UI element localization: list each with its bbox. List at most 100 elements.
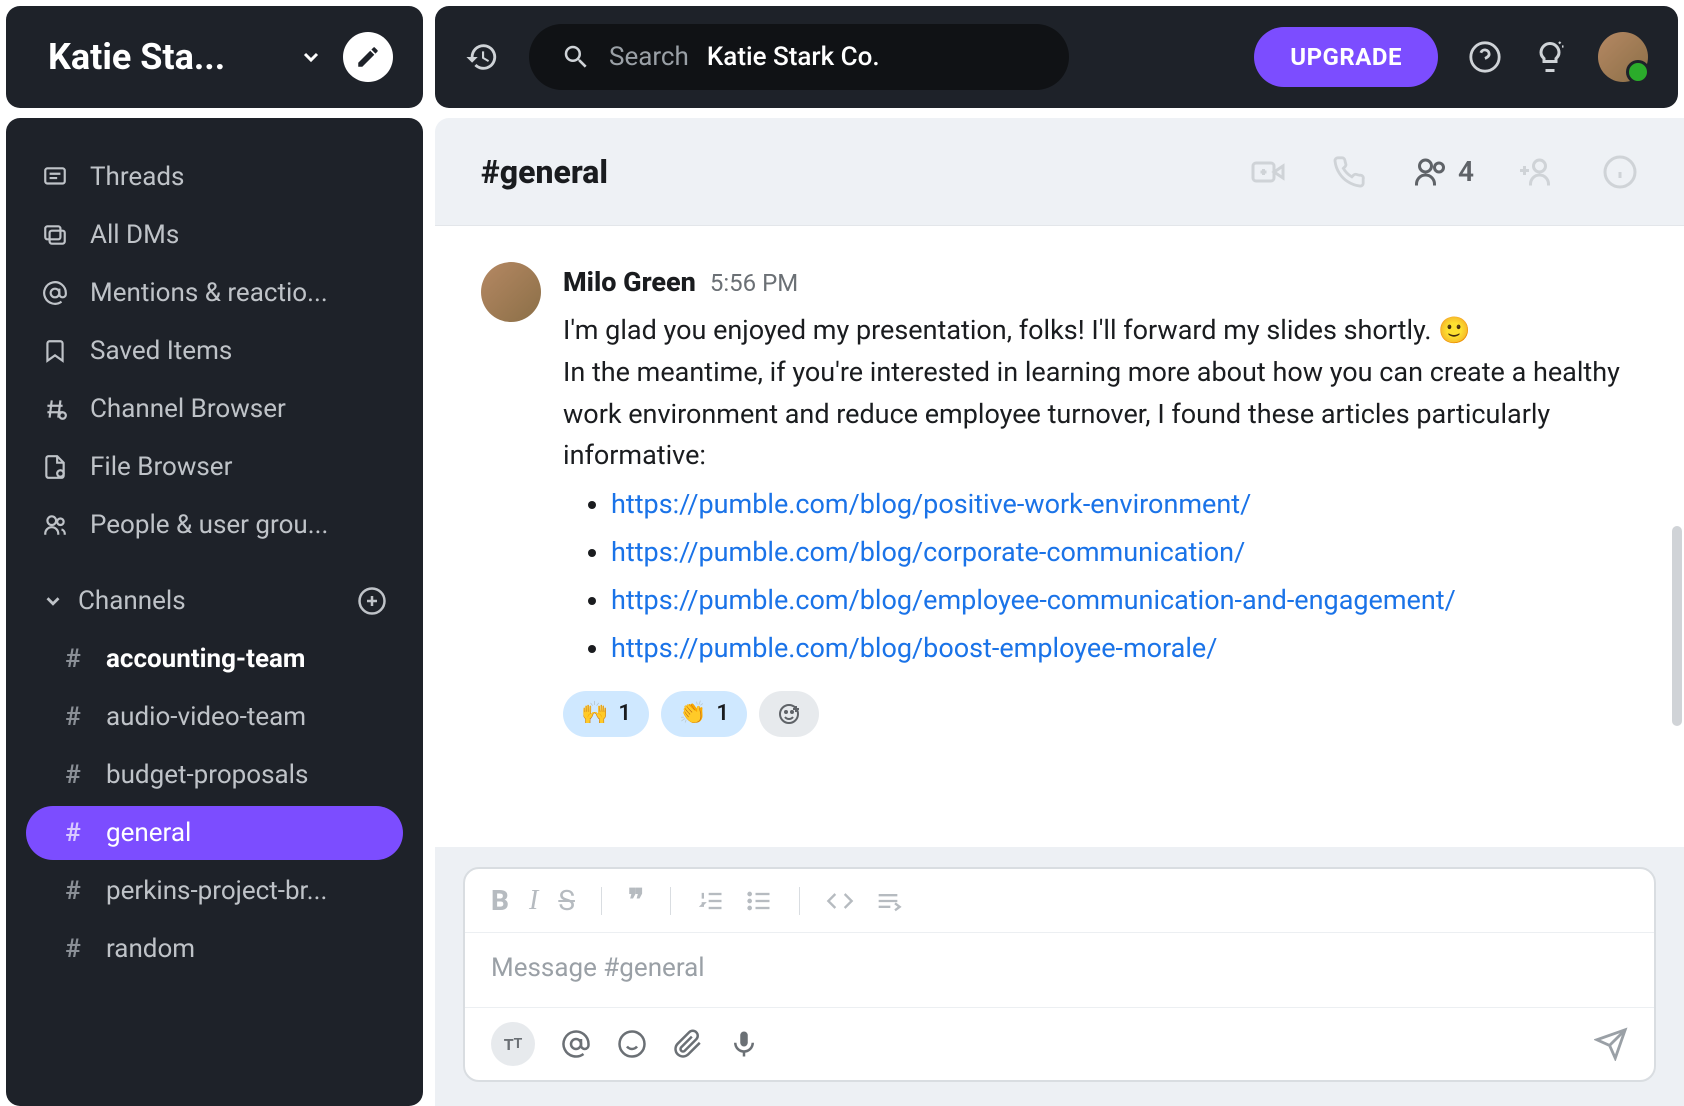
scrollbar[interactable] <box>1672 526 1682 726</box>
main-panel: #general 4 Milo Gr <box>435 118 1684 1106</box>
reactions: 🙌 1 👏 1 <box>563 691 1638 737</box>
attach-icon[interactable] <box>673 1029 703 1059</box>
reaction-count: 1 <box>618 697 631 731</box>
italic-icon[interactable]: I <box>529 885 538 917</box>
help-icon[interactable] <box>1468 40 1502 74</box>
reaction-emoji: 🙌 <box>581 697 608 731</box>
channel-item[interactable]: # general <box>26 806 403 860</box>
message-link[interactable]: https://pumble.com/blog/positive-work-en… <box>611 488 1251 520</box>
smile-emoji: 🙂 <box>1438 316 1470 346</box>
sidebar: Threads All DMs Mentions & reactio... Sa… <box>6 118 423 1106</box>
message-input[interactable]: Message #general <box>465 933 1654 1007</box>
message-list: Milo Green 5:56 PM I'm glad you enjoyed … <box>435 226 1684 847</box>
nav-file-browser[interactable]: File Browser <box>6 438 423 496</box>
reaction[interactable]: 👏 1 <box>661 691 747 737</box>
send-icon[interactable] <box>1594 1027 1628 1061</box>
member-count-value: 4 <box>1458 155 1474 188</box>
mention-icon[interactable] <box>561 1029 591 1059</box>
emoji-icon[interactable] <box>617 1029 647 1059</box>
channel-name: random <box>106 934 195 964</box>
header-bar: Search Katie Stark Co. UPGRADE <box>435 6 1678 108</box>
nav-channel-browser[interactable]: Channel Browser <box>6 380 423 438</box>
reaction-count: 1 <box>716 697 729 731</box>
channel-header: #general 4 <box>435 118 1684 226</box>
composer-actions: TT <box>465 1007 1654 1080</box>
channel-name: perkins-project-br... <box>106 876 327 906</box>
bold-icon[interactable]: B <box>491 884 509 917</box>
nav-label: Mentions & reactio... <box>90 278 328 308</box>
nav-all-dms[interactable]: All DMs <box>6 206 423 264</box>
bullet-list-icon[interactable] <box>745 887 773 915</box>
hash-icon: # <box>62 818 84 848</box>
search-value: Katie Stark Co. <box>707 42 880 72</box>
nav-saved[interactable]: Saved Items <box>6 322 423 380</box>
nav-threads[interactable]: Threads <box>6 148 423 206</box>
reaction[interactable]: 🙌 1 <box>563 691 649 737</box>
message-link[interactable]: https://pumble.com/blog/employee-communi… <box>611 584 1456 616</box>
channel-item[interactable]: # accounting-team <box>26 632 403 686</box>
search-input[interactable]: Search Katie Stark Co. <box>529 24 1069 90</box>
message-link-list: https://pumble.com/blog/positive-work-en… <box>611 481 1638 672</box>
workspace-switcher[interactable]: Katie Sta... <box>6 6 423 108</box>
format-toolbar: B I S ❞ <box>465 869 1654 933</box>
message-link[interactable]: https://pumble.com/blog/corporate-commun… <box>611 536 1245 568</box>
composer: B I S ❞ Message #general TT <box>435 847 1684 1106</box>
channel-title[interactable]: #general <box>481 153 608 191</box>
mic-icon[interactable] <box>729 1029 759 1059</box>
nav-label: Threads <box>90 162 184 192</box>
message-link[interactable]: https://pumble.com/blog/boost-employee-m… <box>611 632 1217 664</box>
nav-people[interactable]: People & user grou... <box>6 496 423 554</box>
chevron-down-icon <box>42 590 64 612</box>
code-icon[interactable] <box>826 887 854 915</box>
workspace-name: Katie Sta... <box>48 36 279 78</box>
nav-label: People & user grou... <box>90 510 328 540</box>
info-icon[interactable] <box>1602 154 1638 190</box>
nav-label: Channel Browser <box>90 394 286 424</box>
channel-item[interactable]: # random <box>26 922 403 976</box>
channel-item[interactable]: # audio-video-team <box>26 690 403 744</box>
search-icon <box>561 42 591 72</box>
add-channel-icon[interactable] <box>357 586 387 616</box>
search-label: Search <box>609 42 689 72</box>
strike-icon[interactable]: S <box>558 884 575 917</box>
ordered-list-icon[interactable] <box>697 887 725 915</box>
nav-label: All DMs <box>90 220 179 250</box>
video-call-icon[interactable] <box>1250 154 1286 190</box>
code-block-icon[interactable] <box>874 887 902 915</box>
member-count[interactable]: 4 <box>1412 154 1474 190</box>
hash-icon: # <box>62 644 84 674</box>
channel-name: accounting-team <box>106 644 305 674</box>
message-author[interactable]: Milo Green <box>563 262 696 304</box>
formatting-toggle-icon[interactable]: TT <box>491 1022 535 1066</box>
add-member-icon[interactable] <box>1520 154 1556 190</box>
message-line: I'm glad you enjoyed my presentation, fo… <box>563 310 1638 352</box>
whats-new-icon[interactable] <box>1532 39 1568 75</box>
compose-button[interactable] <box>343 32 393 82</box>
quote-icon[interactable]: ❞ <box>628 883 644 918</box>
message-avatar[interactable] <box>481 262 541 322</box>
user-avatar[interactable] <box>1598 32 1648 82</box>
hash-icon: # <box>62 876 84 906</box>
nav-mentions[interactable]: Mentions & reactio... <box>6 264 423 322</box>
message: Milo Green 5:56 PM I'm glad you enjoyed … <box>481 262 1638 737</box>
nav-label: File Browser <box>90 452 232 482</box>
channel-name: budget-proposals <box>106 760 308 790</box>
channel-item[interactable]: # perkins-project-br... <box>26 864 403 918</box>
hash-icon: # <box>62 934 84 964</box>
channel-name: general <box>106 818 191 848</box>
reaction-emoji: 👏 <box>679 697 706 731</box>
channel-item[interactable]: # budget-proposals <box>26 748 403 802</box>
hash-icon: # <box>62 702 84 732</box>
hash-icon: # <box>62 760 84 790</box>
history-icon[interactable] <box>465 40 499 74</box>
chevron-down-icon <box>299 45 323 69</box>
message-time: 5:56 PM <box>710 265 798 302</box>
upgrade-button[interactable]: UPGRADE <box>1254 27 1438 87</box>
section-label: Channels <box>78 586 186 616</box>
audio-call-icon[interactable] <box>1332 155 1366 189</box>
channel-name: audio-video-team <box>106 702 306 732</box>
message-line: In the meantime, if you're interested in… <box>563 352 1638 478</box>
add-reaction-button[interactable] <box>759 691 819 737</box>
nav-label: Saved Items <box>90 336 232 366</box>
channels-section-header[interactable]: Channels <box>6 554 423 630</box>
